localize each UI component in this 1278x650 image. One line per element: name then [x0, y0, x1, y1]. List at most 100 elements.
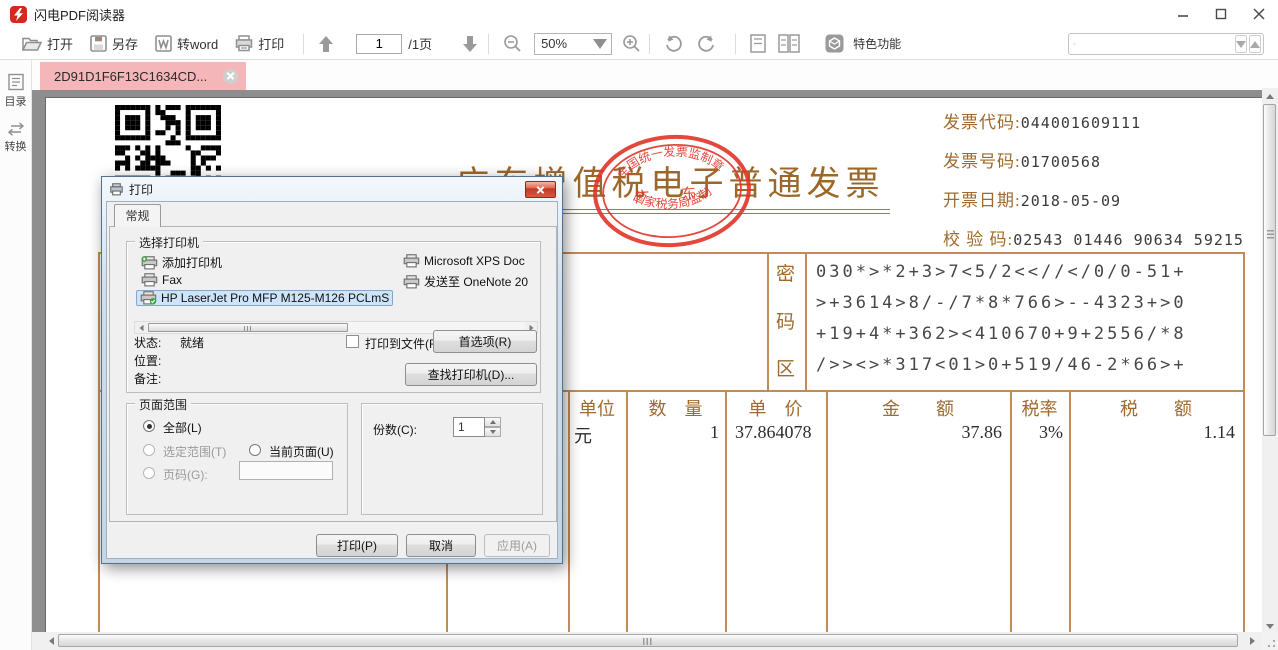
printer-item[interactable]: Microsoft XPS Doc [403, 254, 525, 268]
dialog-close-button[interactable] [525, 181, 556, 198]
open-button[interactable]: 打开 [22, 34, 73, 53]
page-range-input[interactable] [239, 461, 333, 480]
rotate-right-icon [696, 34, 716, 54]
table-value-cell: 1.14 [1069, 422, 1243, 446]
select-printer-group-label: 选择打印机 [135, 234, 203, 251]
maximize-button[interactable] [1202, 0, 1240, 28]
invoice-info-row: 发票号码:01700568 [943, 147, 1244, 186]
search-next-button[interactable] [1235, 35, 1247, 53]
range-all-label: 全部(L) [163, 419, 202, 436]
status-value: 就绪 [180, 334, 204, 351]
range-all-radio[interactable] [143, 420, 155, 432]
scroll-left-arrow[interactable] [135, 322, 147, 333]
copies-spinner[interactable]: 1 [453, 417, 501, 437]
table-line [98, 390, 100, 632]
resize-grip[interactable] [1262, 632, 1278, 650]
tab-general[interactable]: 常规 [114, 204, 161, 227]
page-number-input[interactable] [356, 34, 402, 54]
toolbar-separator [735, 34, 736, 54]
table-value-cell: 37.864078 [725, 422, 826, 446]
convert-word-button[interactable]: 转word [155, 34, 218, 53]
word-doc-icon [155, 35, 172, 52]
search-prev-button[interactable] [1249, 35, 1261, 53]
save-icon [90, 35, 107, 52]
invoice-info-row: 开票日期:2018-05-09 [943, 186, 1244, 225]
range-pages-radio[interactable] [143, 467, 155, 479]
features-button[interactable]: 特色功能 [825, 34, 901, 53]
multi-page-view-button[interactable] [778, 34, 800, 53]
spinner-down-button[interactable] [485, 427, 501, 437]
scroll-down-arrow[interactable] [1264, 620, 1276, 632]
search-icon [1073, 36, 1076, 52]
toolbar-separator [488, 34, 489, 54]
rotate-left-icon [664, 34, 684, 54]
single-page-view-button[interactable] [750, 34, 766, 53]
horizontal-scroll-thumb[interactable] [58, 634, 1238, 647]
zoom-in-button[interactable] [622, 34, 641, 53]
copies-value[interactable]: 1 [453, 417, 485, 437]
printer-item[interactable]: 发送至 OneNote 20 [403, 273, 528, 290]
features-cube-icon [825, 34, 844, 53]
scroll-left-arrow[interactable] [46, 635, 57, 647]
apply-button[interactable]: 应用(A) [484, 534, 550, 557]
print-dialog: 打印 常规 选择打印机 添加打印机 Fax HP LaserJet Pro MFP … [101, 176, 563, 564]
search-box[interactable] [1068, 33, 1264, 55]
minimize-button[interactable] [1164, 0, 1202, 28]
spinner-up-button[interactable] [485, 417, 501, 427]
range-pages-label: 页码(G): [163, 466, 208, 483]
cancel-button[interactable]: 取消 [406, 534, 476, 557]
horizontal-scrollbar[interactable] [32, 632, 1262, 650]
invoice-info-block: 发票代码:044001609111发票号码:01700568开票日期:2018-… [943, 108, 1244, 264]
print-to-file-label: 打印到文件(F) [365, 335, 440, 352]
find-printer-button[interactable]: 查找打印机(D)... [405, 363, 537, 386]
printer-icon [403, 254, 420, 268]
document-tab-title: 2D91D1F6F13C1634CD... [54, 69, 207, 84]
chevron-down-icon [1236, 41, 1246, 48]
table-header-cell: 数 量 [626, 395, 725, 419]
scroll-up-arrow[interactable] [1264, 90, 1276, 102]
vertical-scroll-thumb[interactable] [1263, 104, 1276, 436]
print-dialog-body: 常规 选择打印机 添加打印机 Fax HP LaserJet Pro MFP M12… [106, 201, 558, 559]
table-line [98, 252, 100, 391]
close-button[interactable] [1240, 0, 1278, 28]
printer-item[interactable]: Fax [141, 273, 182, 287]
vertical-scrollbar[interactable] [1262, 88, 1278, 636]
printer-item[interactable]: 添加打印机 [141, 254, 222, 271]
printer-ready-icon [140, 291, 157, 305]
document-tab[interactable]: 2D91D1F6F13C1634CD... [40, 62, 246, 90]
zoom-level-select[interactable]: 50% [534, 33, 612, 55]
arrow-down-icon [462, 35, 478, 53]
single-page-icon [750, 34, 766, 53]
table-header-cell: 单 价 [725, 395, 826, 419]
zoom-out-button[interactable] [503, 34, 522, 53]
range-current-radio[interactable] [249, 444, 261, 456]
preferences-button[interactable]: 首选项(R) [433, 330, 537, 353]
prev-page-button[interactable] [318, 35, 334, 53]
location-label: 位置: [134, 352, 161, 369]
zoom-level-value: 50% [535, 36, 593, 51]
search-input[interactable] [1080, 35, 1235, 53]
scroll-right-arrow[interactable] [1247, 635, 1258, 647]
printer-list-scroll-thumb[interactable] [148, 323, 348, 332]
sidebar-item-convert[interactable]: 转换 [0, 122, 31, 154]
range-selection-radio[interactable] [143, 444, 155, 456]
titlebar: 闪电PDF阅读器 [0, 0, 1278, 28]
print-to-file-checkbox[interactable] [346, 335, 359, 348]
page-range-group-label: 页面范围 [135, 396, 191, 413]
table-header-cell: 税率 [1010, 395, 1069, 419]
printer-add-icon [141, 256, 158, 270]
printer-item[interactable]: HP LaserJet Pro MFP M125-M126 PCLmS [136, 290, 393, 306]
next-page-button[interactable] [462, 35, 478, 53]
rotate-left-button[interactable] [664, 34, 684, 54]
print-dialog-titlebar[interactable]: 打印 [102, 177, 562, 201]
sidebar-item-toc[interactable]: 目录 [0, 73, 31, 109]
table-value-cell: 元 [568, 422, 626, 446]
tab-close-icon[interactable] [223, 69, 238, 84]
password-area-label: 密码区 [776, 259, 795, 381]
save-as-button[interactable]: 另存 [90, 34, 138, 53]
rotate-right-button[interactable] [696, 34, 716, 54]
table-line [805, 252, 807, 391]
print-button[interactable]: 打印 [235, 34, 284, 53]
print-confirm-button[interactable]: 打印(P) [316, 534, 398, 557]
invoice-info-row: 发票代码:044001609111 [943, 108, 1244, 147]
